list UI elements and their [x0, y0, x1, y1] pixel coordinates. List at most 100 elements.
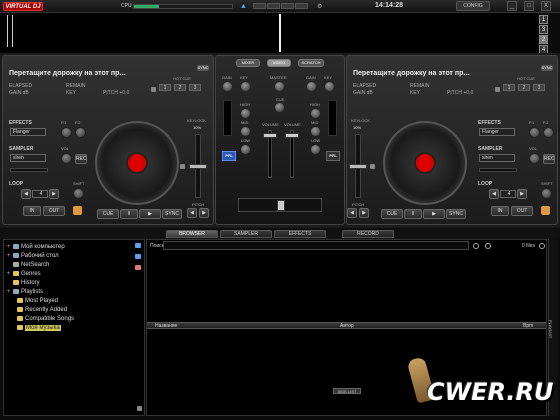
- tree-item[interactable]: History: [6, 278, 134, 287]
- crossfader-handle[interactable]: [277, 200, 285, 211]
- pitch-up-button[interactable]: ▶: [199, 208, 209, 218]
- right-volume-fader[interactable]: [285, 130, 299, 178]
- sampler-rec-button[interactable]: REC: [543, 154, 555, 164]
- search-icon[interactable]: [473, 243, 479, 249]
- right-mid-knob[interactable]: [311, 127, 320, 136]
- column-bpm[interactable]: Bpm: [523, 323, 533, 329]
- hot-cue-3[interactable]: 3: [189, 84, 201, 91]
- waveform-view-button[interactable]: [267, 3, 280, 9]
- lock-icon[interactable]: [180, 164, 185, 169]
- column-artist[interactable]: Автор: [340, 323, 354, 329]
- lock-icon[interactable]: [541, 206, 550, 215]
- cue-mix-knob[interactable]: [275, 103, 284, 112]
- pitch-up-button[interactable]: ▶: [359, 208, 369, 218]
- tree-item[interactable]: NetSearch: [6, 260, 134, 269]
- sampler-rec-button[interactable]: REC: [75, 154, 87, 164]
- sampler-vol-knob[interactable]: [61, 153, 72, 164]
- pitch-slider-handle[interactable]: [349, 164, 367, 169]
- loop-shift-knob[interactable]: [541, 188, 552, 199]
- tree-item[interactable]: + Рабочий стол: [6, 251, 134, 260]
- up-arrow-icon[interactable]: ▲: [240, 3, 247, 10]
- sampler-select[interactable]: siren: [479, 154, 515, 162]
- pause-button[interactable]: II: [120, 209, 138, 219]
- lock-icon[interactable]: [73, 206, 82, 215]
- play-button[interactable]: ▶: [423, 209, 445, 219]
- hot-cue-3[interactable]: 3: [533, 84, 545, 91]
- loop-length[interactable]: 4: [32, 190, 48, 198]
- effect-param-1-knob[interactable]: [529, 127, 540, 138]
- lock-icon[interactable]: [370, 164, 375, 169]
- loop-increase-button[interactable]: ▶: [517, 189, 527, 199]
- loop-in-button[interactable]: IN: [491, 206, 509, 216]
- playlist-label[interactable]: PLAYLIST: [548, 320, 553, 338]
- tab-scratch[interactable]: SCRATCH: [298, 59, 324, 67]
- tree-item[interactable]: + Genres: [6, 269, 134, 278]
- pitch-slider-handle[interactable]: [189, 164, 207, 169]
- sync-button[interactable]: SYNC: [446, 209, 466, 219]
- loop-shift-knob[interactable]: [73, 188, 84, 199]
- add-folder-icon[interactable]: [135, 243, 141, 248]
- tree-item[interactable]: Compatible Songs: [6, 314, 134, 323]
- effect-param-2-knob[interactable]: [75, 127, 86, 138]
- tab-mixer[interactable]: MIXER: [236, 59, 260, 67]
- tab-sampler[interactable]: SAMPLER: [220, 230, 272, 238]
- right-low-knob[interactable]: [311, 145, 320, 154]
- tree-item[interactable]: + Playlists: [6, 287, 134, 296]
- effect-param-1-knob[interactable]: [61, 127, 72, 138]
- hot-cue-1[interactable]: 1: [503, 84, 515, 91]
- loop-out-button[interactable]: OUT: [43, 206, 65, 216]
- effect-select[interactable]: Flanger: [479, 128, 515, 136]
- minimize-button[interactable]: _: [507, 1, 517, 11]
- tab-record[interactable]: RECORD: [342, 230, 394, 238]
- settings-icon[interactable]: ⚙: [317, 3, 322, 10]
- effect-param-2-knob[interactable]: [543, 127, 554, 138]
- filter-folder-icon[interactable]: [135, 265, 141, 270]
- loop-increase-button[interactable]: ▶: [49, 189, 59, 199]
- waveform-view-button[interactable]: [295, 3, 308, 9]
- close-button[interactable]: X: [541, 1, 551, 11]
- tree-item[interactable]: Моя музыка: [6, 323, 134, 332]
- pitch-down-button[interactable]: ◀: [347, 208, 357, 218]
- right-high-knob[interactable]: [311, 109, 320, 118]
- config-button[interactable]: CONFIG: [456, 1, 490, 11]
- sync-button[interactable]: SYNC: [162, 209, 182, 219]
- deck-number-3[interactable]: 3: [539, 25, 548, 34]
- crossfader[interactable]: [238, 198, 322, 212]
- hot-cue-1[interactable]: 1: [159, 84, 171, 91]
- left-low-knob[interactable]: [241, 145, 250, 154]
- column-title[interactable]: Название: [155, 323, 177, 329]
- cue-button[interactable]: CUE: [381, 209, 403, 219]
- deck-number-2[interactable]: 2: [539, 35, 548, 44]
- expand-icon[interactable]: +: [6, 253, 11, 259]
- tree-item[interactable]: + Мой компьютер: [6, 242, 134, 251]
- pitch-slider[interactable]: [189, 134, 207, 198]
- play-button[interactable]: ▶: [139, 209, 161, 219]
- maximize-button[interactable]: □: [524, 1, 534, 11]
- hot-cue-2[interactable]: 2: [174, 84, 186, 91]
- expand-icon[interactable]: +: [6, 244, 11, 250]
- right-volume-handle[interactable]: [285, 133, 299, 138]
- right-gain-knob[interactable]: [307, 82, 316, 91]
- lock-icon[interactable]: [137, 406, 142, 411]
- expand-icon[interactable]: +: [6, 289, 11, 295]
- left-pfl-button[interactable]: PFL: [222, 151, 236, 161]
- sampler-slider[interactable]: [10, 168, 48, 172]
- info-icon[interactable]: [539, 243, 545, 249]
- right-pfl-button[interactable]: PFL: [326, 151, 340, 161]
- loop-length[interactable]: 4: [500, 190, 516, 198]
- tab-browser[interactable]: BROWSER: [166, 230, 218, 238]
- left-key-knob[interactable]: [241, 82, 250, 91]
- search-input[interactable]: [163, 241, 469, 250]
- waveform-view-button[interactable]: [253, 3, 266, 9]
- deck-number-1[interactable]: 1: [539, 15, 548, 24]
- jog-wheel[interactable]: [95, 121, 179, 205]
- pause-button[interactable]: II: [404, 209, 422, 219]
- left-volume-handle[interactable]: [263, 133, 277, 138]
- pitch-slider[interactable]: [349, 134, 367, 198]
- loop-decrease-button[interactable]: ◀: [489, 189, 499, 199]
- pitch-down-button[interactable]: ◀: [187, 208, 197, 218]
- tab-effects[interactable]: EFFECTS: [274, 230, 326, 238]
- tree-item[interactable]: Most Played: [6, 296, 134, 305]
- effect-select[interactable]: Flanger: [10, 128, 46, 136]
- left-high-knob[interactable]: [241, 109, 250, 118]
